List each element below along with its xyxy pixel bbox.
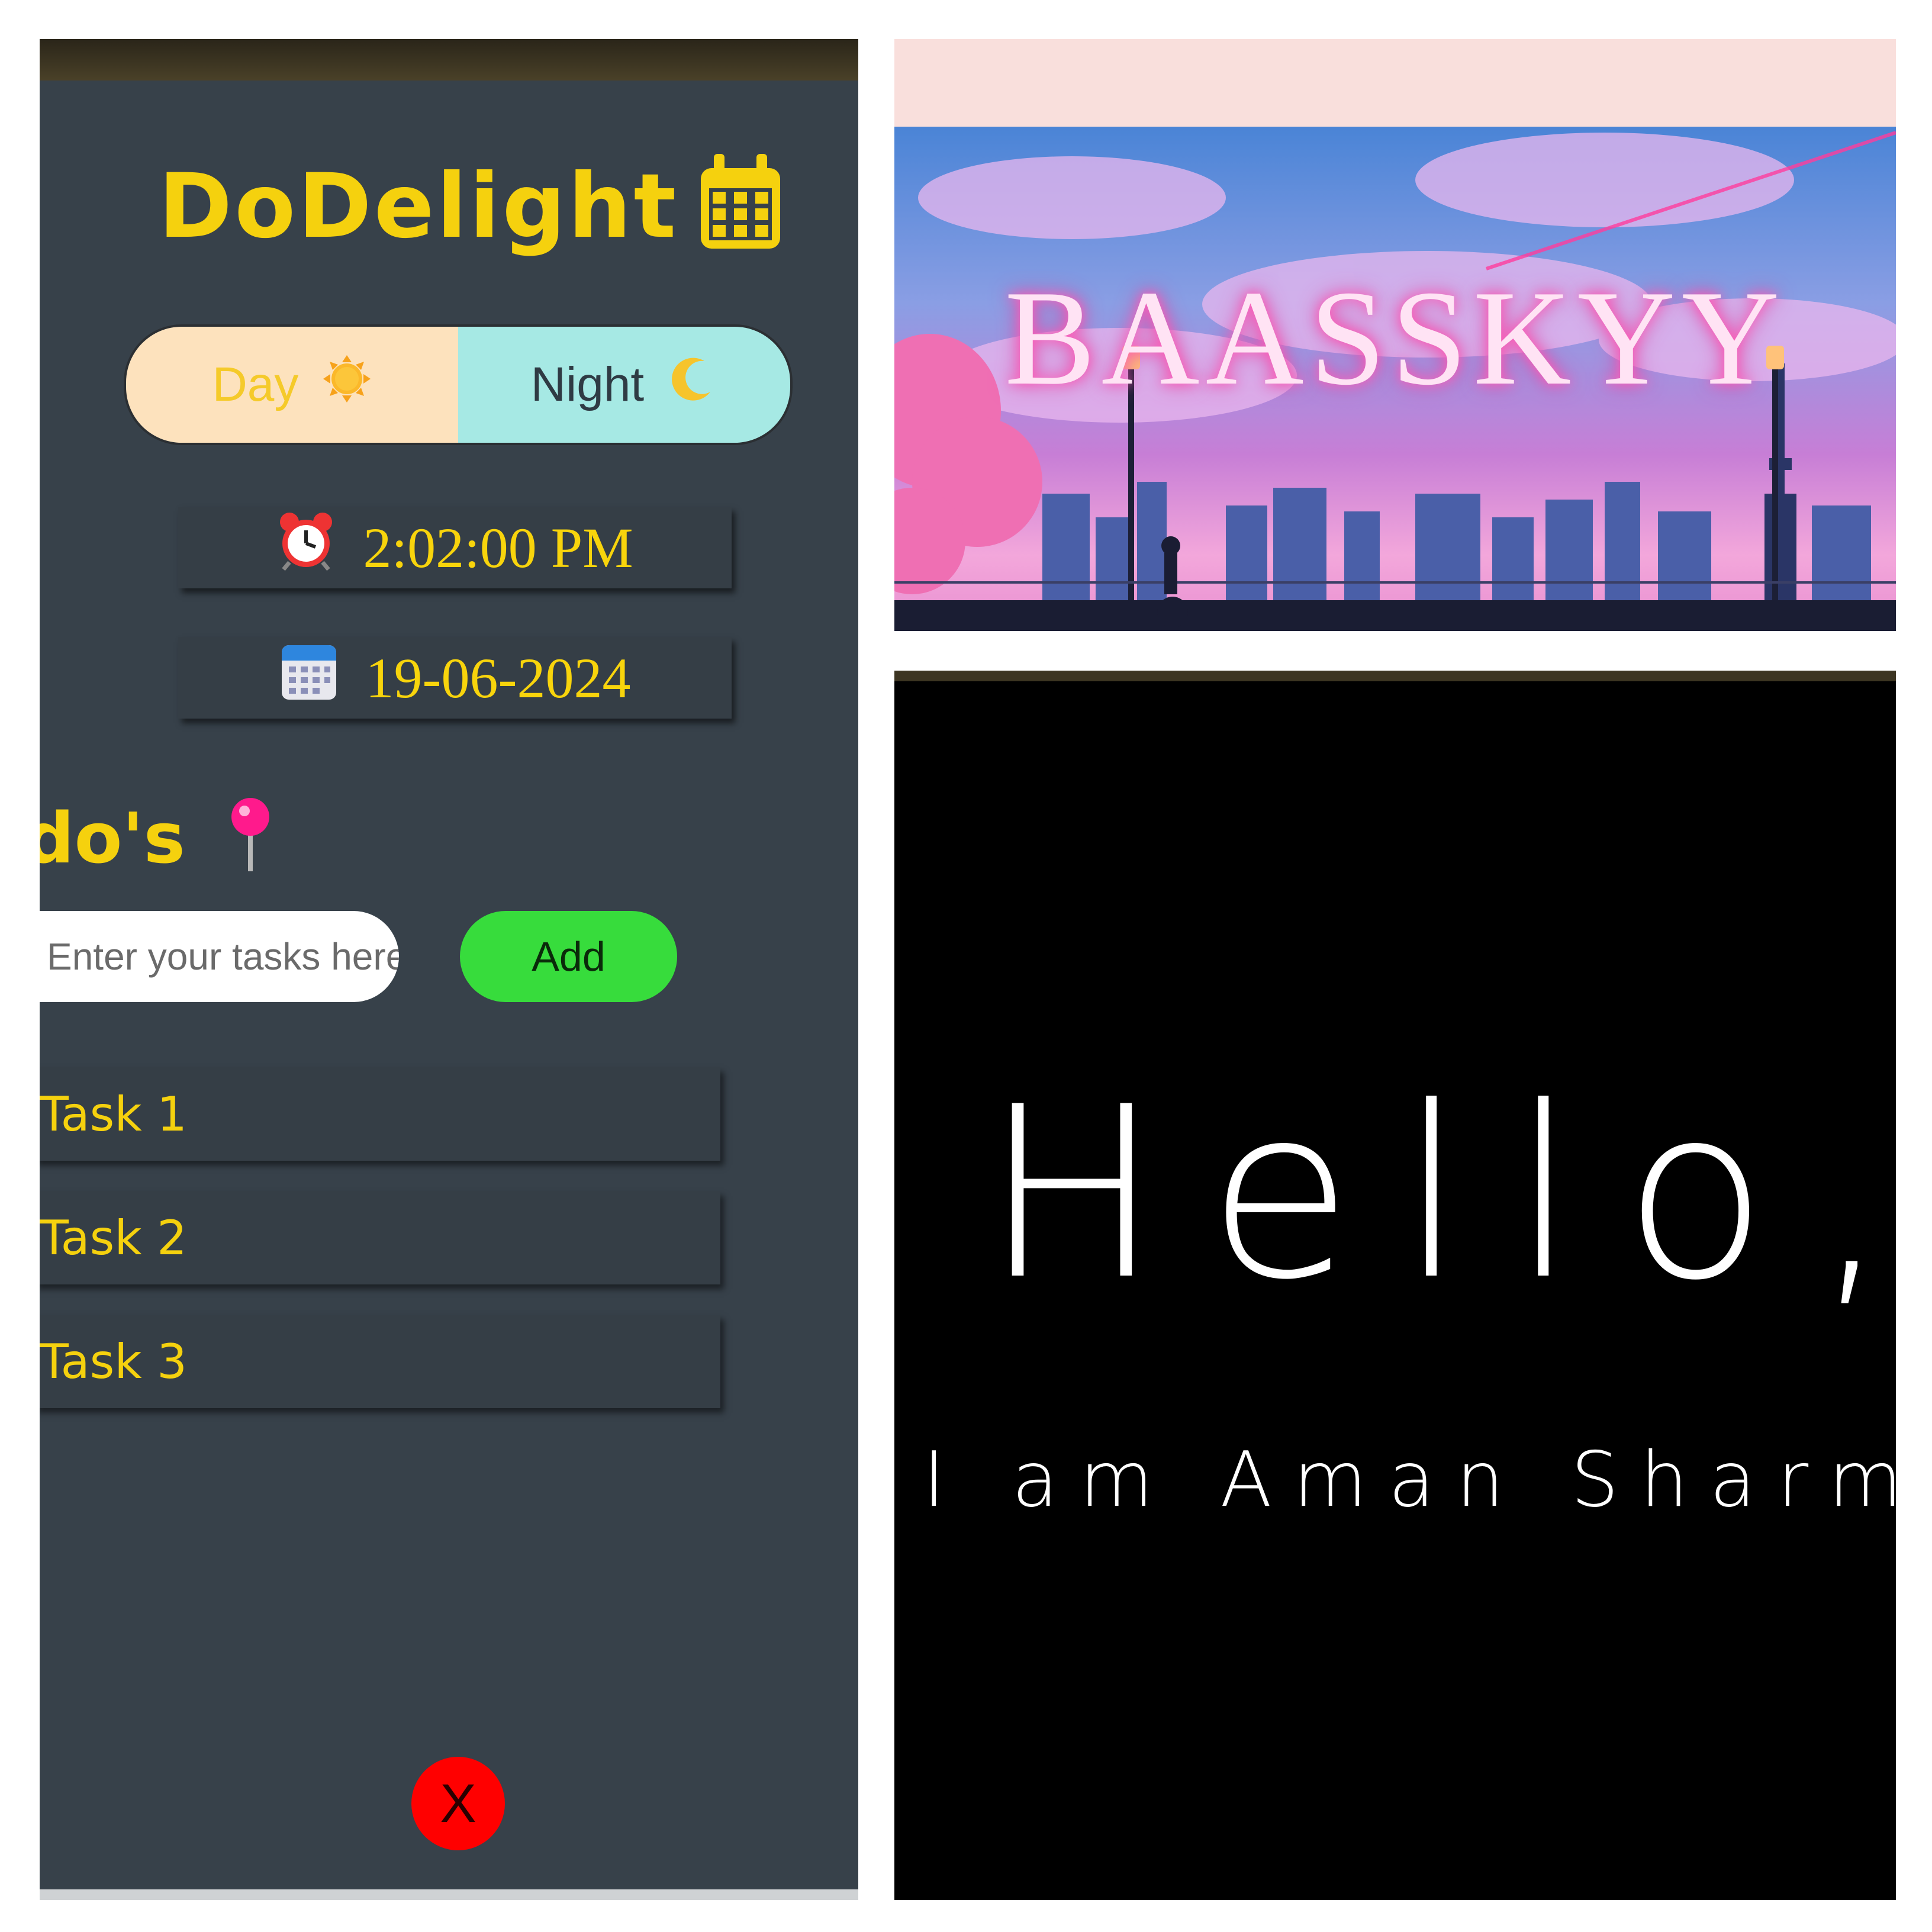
date-value: 19-06-2024	[365, 646, 631, 710]
calendar-icon	[279, 640, 339, 716]
task-item[interactable]: Task 1	[40, 1067, 720, 1161]
window-bottom-bar	[40, 1889, 858, 1900]
crescent-moon-icon	[668, 354, 717, 416]
intro-line: I am Aman Sharma	[923, 1434, 1896, 1535]
day-label: Day	[212, 358, 299, 411]
clock-value: 2:02:00 PM	[363, 516, 633, 579]
intro-panel: Hello, I am Aman Sharma	[894, 671, 1896, 1900]
window-top-bar	[894, 671, 1896, 681]
task-item-label: Task 1	[40, 1086, 187, 1142]
section-title-text: do's	[40, 797, 185, 880]
clear-all-button[interactable]: X	[411, 1757, 505, 1850]
alarm-clock-icon	[276, 510, 336, 585]
task-item-label: Task 3	[40, 1334, 187, 1389]
todo-section-title: do's	[40, 797, 274, 890]
round-pushpin-icon	[227, 797, 274, 890]
day-night-toggle[interactable]: Day Night	[124, 324, 793, 445]
dodelight-app-panel: DoDelight Day Night 2:02:00 PM 19-06-202…	[40, 39, 858, 1900]
calendar-icon	[696, 152, 785, 273]
day-mode-option[interactable]: Day	[126, 327, 458, 443]
sun-icon	[322, 354, 372, 416]
task-item-label: Task 2	[40, 1210, 187, 1266]
add-task-button[interactable]: Add	[460, 911, 677, 1002]
app-title: DoDelight	[131, 152, 812, 273]
night-mode-option[interactable]: Night	[458, 327, 790, 443]
clock-display: 2:02:00 PM	[178, 507, 732, 588]
task-item[interactable]: Task 3	[40, 1315, 720, 1408]
night-label: Night	[530, 358, 645, 411]
task-input[interactable]	[40, 911, 399, 1002]
baasskyy-banner-panel: BAASSKYY	[894, 39, 1896, 631]
window-top-bar	[40, 39, 858, 80]
banner-title: BAASSKYY	[1004, 262, 1786, 413]
date-display: 19-06-2024	[178, 637, 732, 719]
greeting-heading: Hello,	[983, 1057, 1896, 1332]
intro-line-text: I am Aman Sharma	[923, 1435, 1896, 1524]
app-title-text: DoDelight	[158, 155, 679, 259]
task-item[interactable]: Task 2	[40, 1191, 720, 1284]
